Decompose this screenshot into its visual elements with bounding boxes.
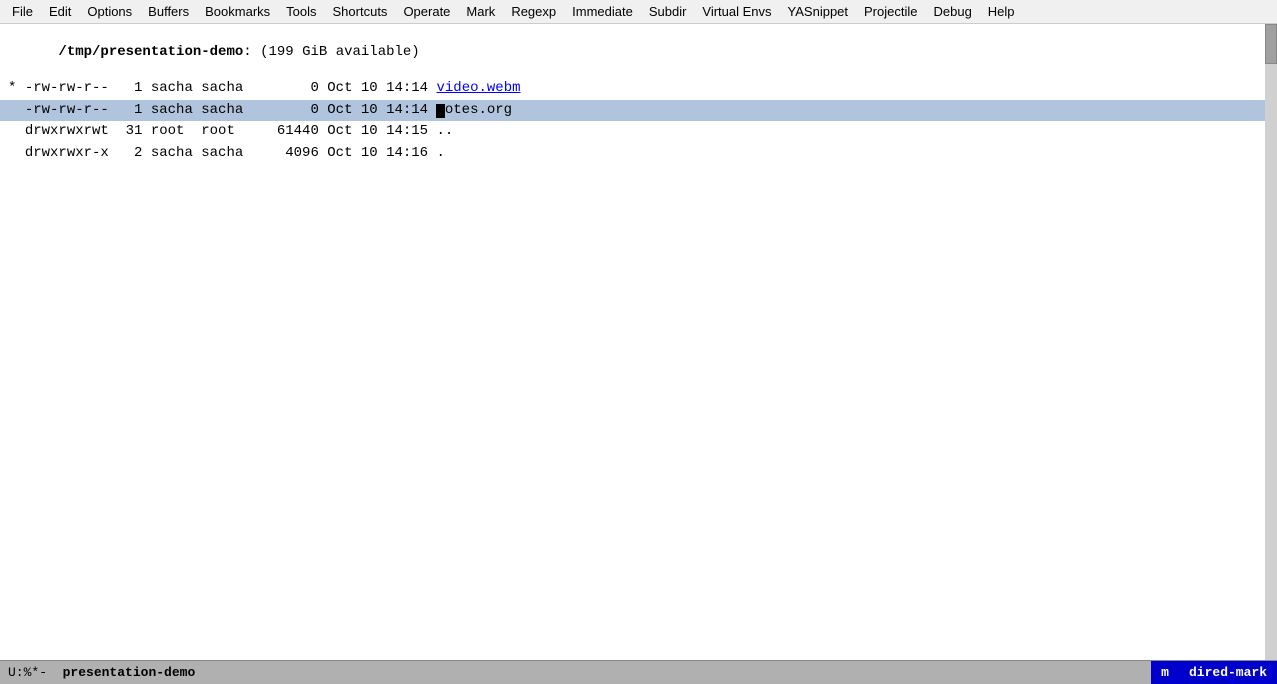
status-buffer-name: presentation-demo: [63, 665, 196, 680]
menu-bookmarks[interactable]: Bookmarks: [197, 2, 278, 21]
dir-row[interactable]: -rw-rw-r-- 1 sacha sacha 0 Oct 10 14:14 …: [0, 100, 1277, 122]
dir-info: (199 GiB available): [260, 44, 420, 60]
filename[interactable]: video.webm: [436, 80, 520, 96]
statusbar: U:%*- presentation-demo m dired-mark: [0, 660, 1277, 684]
filename[interactable]: otes.org: [445, 102, 512, 118]
menu-immediate[interactable]: Immediate: [564, 2, 641, 21]
dir-row[interactable]: drwxrwxrwt 31 root root 61440 Oct 10 14:…: [0, 121, 1277, 143]
dir-row[interactable]: drwxrwxr-x 2 sacha sacha 4096 Oct 10 14:…: [0, 143, 1277, 165]
row-meta: drwxrwxrwt 31 root root 61440 Oct 10 14:…: [25, 123, 437, 139]
scrollbar[interactable]: [1265, 24, 1277, 660]
dir-rows: * -rw-rw-r-- 1 sacha sacha 0 Oct 10 14:1…: [0, 78, 1277, 164]
row-meta: -rw-rw-r-- 1 sacha sacha 0 Oct 10 14:14: [25, 102, 437, 118]
menu-buffers[interactable]: Buffers: [140, 2, 197, 21]
dir-row[interactable]: * -rw-rw-r-- 1 sacha sacha 0 Oct 10 14:1…: [0, 78, 1277, 100]
filename[interactable]: .: [436, 145, 444, 161]
menu-subdir[interactable]: Subdir: [641, 2, 695, 21]
dir-colon: :: [243, 44, 260, 60]
menu-help[interactable]: Help: [980, 2, 1023, 21]
menu-edit[interactable]: Edit: [41, 2, 79, 21]
row-meta: drwxrwxr-x 2 sacha sacha 4096 Oct 10 14:…: [25, 145, 437, 161]
status-buffer-info: U:%*- presentation-demo: [8, 665, 195, 680]
menu-tools[interactable]: Tools: [278, 2, 324, 21]
row-marker: [8, 145, 25, 161]
status-mode-key: m: [1151, 661, 1179, 684]
menu-projectile[interactable]: Projectile: [856, 2, 925, 21]
menu-file[interactable]: File: [4, 2, 41, 21]
menu-virtual-envs[interactable]: Virtual Envs: [694, 2, 779, 21]
menubar: FileEditOptionsBuffersBookmarksToolsShor…: [0, 0, 1277, 24]
menu-yasnippet[interactable]: YASnippet: [780, 2, 856, 21]
menu-operate[interactable]: Operate: [395, 2, 458, 21]
dir-header: /tmp/presentation-demo: (199 GiB availab…: [0, 26, 1277, 78]
dir-path: /tmp/presentation-demo: [58, 44, 243, 60]
row-marker: [8, 102, 25, 118]
editor: /tmp/presentation-demo: (199 GiB availab…: [0, 24, 1277, 660]
status-flags: U:%*-: [8, 665, 47, 680]
menu-shortcuts[interactable]: Shortcuts: [325, 2, 396, 21]
filename[interactable]: ..: [436, 123, 453, 139]
row-marker: *: [8, 80, 25, 96]
menu-options[interactable]: Options: [79, 2, 140, 21]
row-marker: [8, 123, 25, 139]
cursor: [436, 104, 444, 118]
scrollbar-thumb[interactable]: [1265, 24, 1277, 64]
row-meta: -rw-rw-r-- 1 sacha sacha 0 Oct 10 14:14: [25, 80, 437, 96]
menu-debug[interactable]: Debug: [925, 2, 979, 21]
status-left-text: U:%*- presentation-demo: [0, 665, 1151, 680]
status-mode-name: dired-mark: [1179, 661, 1277, 684]
menu-mark[interactable]: Mark: [458, 2, 503, 21]
menu-regexp[interactable]: Regexp: [503, 2, 564, 21]
